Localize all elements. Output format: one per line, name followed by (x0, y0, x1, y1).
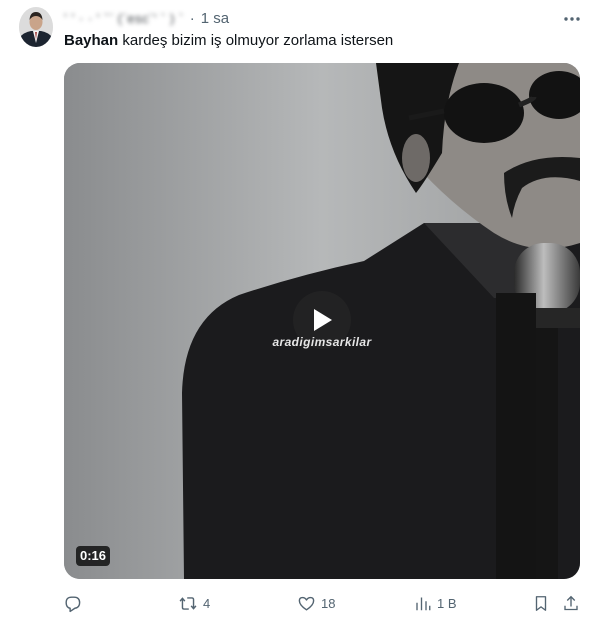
share-button[interactable] (562, 590, 580, 616)
repost-icon (179, 596, 197, 610)
more-horizontal-icon (564, 17, 580, 21)
post-body: kardeş bizim iş olmuyor zorlama istersen (118, 32, 394, 49)
video-watermark: aradigimsarkilar (272, 335, 372, 349)
more-options-button[interactable] (561, 8, 583, 30)
post-text: Bayhan kardeş bizim iş olmuyor zorlama i… (64, 31, 393, 51)
play-icon (314, 309, 332, 331)
reply-button[interactable] (63, 590, 82, 616)
views-count: 1 B (437, 595, 457, 611)
post-header: ʼ ʼ · · ' `¨ (¨esc¨ʹ ` ) ` · 1 sa (64, 8, 229, 28)
author-name[interactable]: ʼ ʼ · · ' `¨ (¨esc¨ʹ ` ) ` (64, 11, 184, 26)
reply-icon (65, 595, 81, 612)
post-actions: 4 18 1 B (0, 590, 592, 616)
like-button[interactable]: 18 (297, 590, 335, 616)
repost-button[interactable]: 4 (178, 590, 210, 616)
avatar-image (19, 7, 53, 47)
views-button[interactable]: 1 B (414, 590, 457, 616)
share-icon (564, 595, 578, 610)
avatar[interactable] (19, 7, 53, 47)
like-count: 18 (321, 595, 336, 611)
bookmark-icon (535, 595, 547, 611)
video-duration: 0:16 (76, 546, 111, 566)
mention-link[interactable]: Bayhan (64, 32, 118, 49)
bookmark-button[interactable] (532, 590, 550, 616)
post-time[interactable]: 1 sa (201, 10, 229, 27)
repost-count: 4 (203, 595, 211, 611)
views-chart-icon (416, 597, 431, 610)
video-player[interactable]: aradigimsarkilar 0:16 (64, 63, 580, 579)
header-separator: · (189, 9, 195, 27)
heart-icon (298, 596, 315, 611)
